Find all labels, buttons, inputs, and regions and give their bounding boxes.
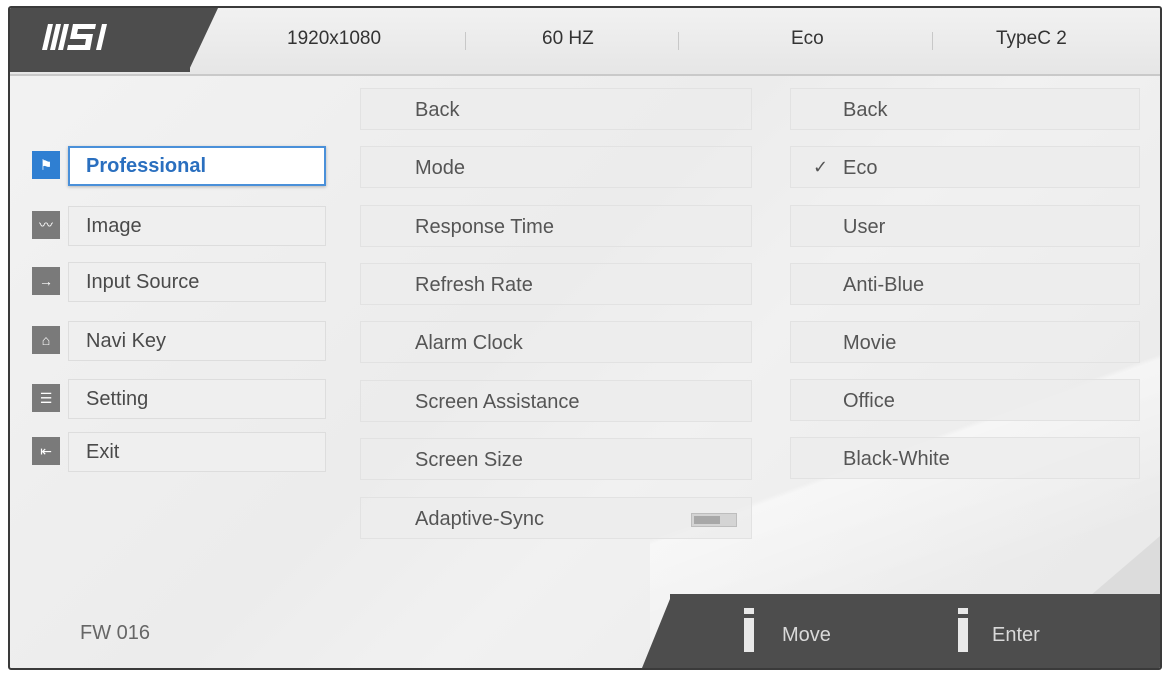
- menu-item-input-source[interactable]: → Input Source: [32, 262, 328, 302]
- submenu-item-label: Screen Size: [415, 449, 523, 471]
- bottom-bar-slant: [642, 594, 672, 668]
- submenu-item-label: Back: [415, 99, 460, 121]
- submenu-item-refresh-rate[interactable]: Refresh Rate: [360, 263, 752, 305]
- toggle-knob: [694, 516, 720, 524]
- submenu-item-back[interactable]: Back: [360, 88, 752, 130]
- option-label: Back: [843, 99, 888, 121]
- input-status: TypeC 2: [996, 28, 1067, 49]
- joystick-move-icon: [744, 608, 754, 652]
- submenu-item-adaptive-sync[interactable]: Adaptive-Sync: [360, 497, 752, 539]
- refresh-status: 60 HZ: [542, 28, 594, 49]
- option-eco[interactable]: ✓ Eco: [790, 146, 1140, 188]
- enter-label: Enter: [992, 624, 1040, 646]
- joystick-enter-icon: [958, 608, 968, 652]
- logo-slant: [188, 8, 218, 72]
- submenu-item-label: Alarm Clock: [415, 332, 523, 354]
- menu-item-exit[interactable]: ⇤ Exit: [32, 432, 328, 472]
- submenu-item-label: Response Time: [415, 216, 554, 238]
- submenu-item-alarm-clock[interactable]: Alarm Clock: [360, 321, 752, 363]
- option-label: Black-White: [843, 448, 950, 470]
- sliders-icon: ☰: [32, 384, 60, 412]
- option-movie[interactable]: Movie: [790, 321, 1140, 363]
- option-label: Anti-Blue: [843, 274, 925, 296]
- exit-icon: ⇤: [32, 437, 60, 465]
- status-divider: [932, 32, 933, 50]
- menu-item-setting[interactable]: ☰ Setting: [32, 379, 328, 419]
- menu-item-label: Input Source: [86, 271, 200, 293]
- option-label: Movie: [843, 332, 897, 354]
- joystick-stem: [744, 618, 754, 652]
- checkmark-icon: ✓: [813, 157, 829, 177]
- status-divider: [465, 32, 466, 50]
- submenu-item-response-time[interactable]: Response Time: [360, 205, 752, 247]
- option-label: User: [843, 216, 886, 238]
- move-label: Move: [782, 624, 831, 646]
- submenu-item-label: Refresh Rate: [415, 274, 533, 296]
- menu-item-image[interactable]: 〰 Image: [32, 206, 328, 246]
- arrow-right-icon: →: [32, 267, 60, 295]
- menu-item-label: Exit: [86, 441, 120, 463]
- submenu-item-label: Adaptive-Sync: [415, 508, 544, 530]
- submenu-item-screen-size[interactable]: Screen Size: [360, 438, 752, 480]
- msi-logo: [42, 24, 107, 50]
- option-black-white[interactable]: Black-White: [790, 437, 1140, 479]
- option-office[interactable]: Office: [790, 379, 1140, 421]
- option-anti-blue[interactable]: Anti-Blue: [790, 263, 1140, 305]
- option-user[interactable]: User: [790, 205, 1140, 247]
- status-bar: 1920x1080 60 HZ Eco TypeC 2: [10, 8, 1160, 76]
- option-label: Eco: [843, 157, 878, 179]
- submenu-item-mode[interactable]: Mode: [360, 146, 752, 188]
- corner-decoration: [1090, 536, 1160, 596]
- menu-item-professional[interactable]: ⚑ Professional: [32, 146, 328, 186]
- menu-item-label: Setting: [86, 388, 149, 410]
- firmware-version: FW 016: [80, 622, 151, 644]
- submenu-item-screen-assistance[interactable]: Screen Assistance: [360, 380, 752, 422]
- adaptive-sync-toggle[interactable]: [691, 513, 737, 527]
- menu-item-label: Professional: [86, 155, 207, 177]
- menu-item-label: Image: [86, 215, 142, 237]
- option-label: Office: [843, 390, 895, 412]
- status-divider: [678, 32, 679, 50]
- option-back[interactable]: Back: [790, 88, 1140, 130]
- submenu-item-label: Screen Assistance: [415, 391, 580, 413]
- joystick-cap: [958, 608, 968, 614]
- menu-item-label: Navi Key: [86, 330, 167, 352]
- joystick-cap: [744, 608, 754, 614]
- image-icon: 〰: [32, 211, 60, 239]
- osd-frame: 1920x1080 60 HZ Eco TypeC 2 ⚑ Profession…: [8, 6, 1162, 670]
- flag-icon: ⚑: [32, 151, 60, 179]
- resolution-status: 1920x1080: [287, 28, 382, 49]
- submenu-item-label: Mode: [415, 157, 466, 179]
- navi-key-icon: ⌂: [32, 326, 60, 354]
- joystick-stem: [958, 618, 968, 652]
- mode-status: Eco: [791, 28, 824, 49]
- menu-item-navi-key[interactable]: ⌂ Navi Key: [32, 321, 328, 361]
